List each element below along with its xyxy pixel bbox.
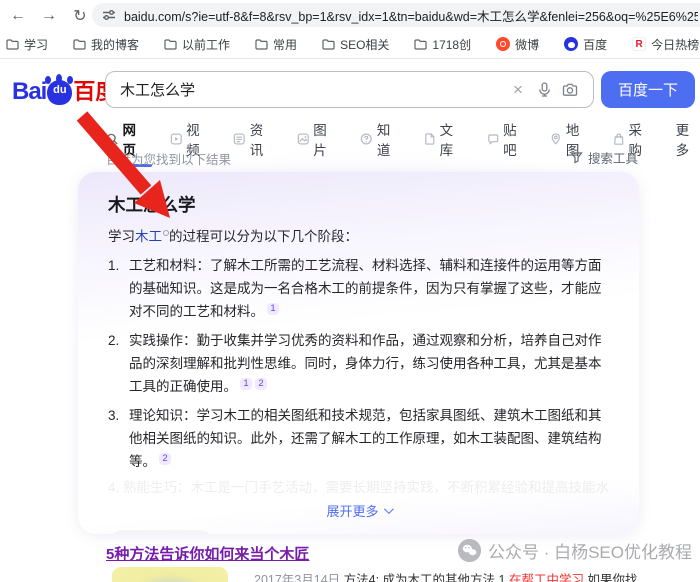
microphone-icon[interactable]	[531, 82, 557, 97]
tab-more[interactable]: 更多	[676, 119, 700, 165]
video-tab-icon	[170, 132, 183, 146]
faded-list-item: 4. 熟能生巧：木工是一门手艺活动，需要长期坚持实践，不断积累经验和提高技能水平…	[108, 479, 609, 497]
search-tab-icon	[106, 132, 119, 146]
bookmark-label: 常用	[273, 36, 297, 53]
bookmark-folder[interactable]: SEO相关	[322, 36, 389, 53]
list-item-text: 理论知识：学习木工的相关图纸和技术规范，包括家具图纸、建筑木工图纸和其他相关图纸…	[129, 404, 609, 473]
entity-link[interactable]: 木工	[135, 229, 162, 244]
result-snippet-row: 2017年3月14日 方法4: 成为木工的其他方法 1 在帮工中学习 如果你找	[112, 567, 692, 582]
list-item: 2. 实践操作：勤于收集并学习优秀的资料和作品，通过观察和分析，培养自己对作品的…	[108, 329, 609, 398]
back-icon[interactable]: ←	[5, 4, 31, 28]
list-item: 1. 工艺和材料：了解木工所需的工艺流程、材料选择、辅料和连接件的运用等方面的基…	[108, 254, 609, 323]
shopping-bag-tab-icon	[613, 132, 625, 146]
bookmarks-bar: 学习 我的博客 以前工作 常用 SEO相关 1718创	[6, 32, 700, 56]
folder-icon	[164, 39, 177, 50]
ai-card-list: 1. 工艺和材料：了解木工所需的工艺流程、材料选择、辅料和连接件的运用等方面的基…	[108, 254, 609, 497]
bookmark-label: 学习	[24, 36, 48, 53]
bookmark-folder[interactable]: 常用	[255, 36, 297, 53]
snippet-tail: 如果你找	[584, 573, 637, 582]
folder-icon	[73, 39, 86, 50]
tab-label: 更多	[676, 119, 700, 159]
bookmark-label: 我的博客	[91, 36, 139, 53]
result-thumbnail[interactable]	[112, 567, 228, 582]
baidu-logo[interactable]: Bai du 百度	[12, 74, 117, 106]
bookmark-folder[interactable]: 我的博客	[73, 36, 139, 53]
citation-badge[interactable]: 2	[255, 378, 267, 390]
camera-icon[interactable]	[557, 83, 583, 97]
result-snippet: 2017年3月14日 方法4: 成为木工的其他方法 1 在帮工中学习 如果你找	[254, 567, 637, 582]
forward-icon[interactable]: →	[36, 4, 62, 28]
ai-card-intro: 学习木工的过程可以分为以下几个阶段：	[108, 226, 609, 248]
url-text: baidu.com/s?ie=utf-8&f=8&rsv_bp=1&rsv_id…	[124, 6, 698, 25]
bookmark-baidu[interactable]: 百度	[564, 36, 607, 53]
bookmark-label: 微博	[515, 36, 539, 53]
intro-prefix: 学习	[108, 229, 135, 244]
wechat-watermark: 公众号 · 白杨SEO优化教程	[458, 538, 692, 563]
search-box[interactable]: ×	[105, 71, 594, 108]
news-tab-icon	[233, 132, 246, 146]
folder-icon	[414, 39, 427, 50]
tieba-tab-icon	[487, 132, 500, 146]
search-input[interactable]	[120, 81, 505, 98]
citation-badge[interactable]: 1	[240, 378, 252, 390]
snippet-highlight: 在帮工中学习	[509, 573, 584, 582]
bookmark-label: 1718创	[432, 36, 471, 53]
folder-icon	[6, 39, 19, 50]
bookmark-label: SEO相关	[340, 36, 389, 53]
snippet-date: 2017年3月14日	[254, 573, 340, 582]
citation-badge[interactable]: 2	[159, 453, 171, 465]
feedback-pill: 有用	[108, 530, 214, 534]
chevron-down-icon	[383, 504, 393, 514]
bookmark-folder[interactable]: 以前工作	[164, 36, 230, 53]
hotlist-icon: R	[632, 37, 646, 51]
intro-suffix: 的过程可以分为以下几个阶段：	[169, 229, 358, 244]
result-link-title[interactable]: 5种方法告诉你如何来当个木匠	[106, 543, 309, 564]
citation-badge[interactable]: 1	[267, 303, 279, 315]
folder-icon	[255, 39, 268, 50]
folder-icon	[322, 39, 335, 50]
browser-chrome: ← → ↻ baidu.com/s?ie=utf-8&f=8&rsv_bp=1&…	[0, 0, 700, 58]
bookmark-folder[interactable]: 学习	[6, 36, 48, 53]
chrome-divider	[0, 58, 700, 59]
logo-text-bai: Bai	[12, 78, 46, 106]
ai-answer-card: 木工怎么学 学习木工的过程可以分为以下几个阶段： 1. 工艺和材料：了解木工所需…	[78, 172, 639, 534]
map-pin-tab-icon	[550, 132, 562, 146]
clear-icon[interactable]: ×	[505, 80, 531, 100]
expand-more-label: 展开更多	[326, 501, 378, 520]
baidu-paw-icon	[564, 37, 578, 51]
address-bar[interactable]: baidu.com/s?ie=utf-8&f=8&rsv_bp=1&rsv_id…	[92, 3, 700, 27]
list-item: 3. 理论知识：学习木工的相关图纸和技术规范，包括家具图纸、建筑木工图纸和其他相…	[108, 404, 609, 473]
question-tab-icon	[360, 132, 373, 146]
site-settings-icon[interactable]	[102, 8, 116, 22]
bookmark-label: 以前工作	[182, 36, 230, 53]
watermark-text: 公众号 · 白杨SEO优化教程	[488, 538, 692, 563]
list-item-text: 工艺和材料：了解木工所需的工艺流程、材料选择、辅料和连接件的运用等方面的基础知识…	[129, 254, 609, 323]
reload-icon[interactable]: ↻	[67, 4, 93, 28]
ai-card-title: 木工怎么学	[108, 192, 609, 217]
bookmark-folder[interactable]: 1718创	[414, 36, 471, 53]
bookmark-hotlist[interactable]: R 今日热榜	[632, 36, 699, 53]
list-item-number: 3.	[108, 404, 129, 473]
ai-card-footer: 有用 播报	[108, 530, 609, 534]
bookmark-label: 百度	[583, 36, 607, 53]
logo-text-du: du	[47, 84, 72, 96]
wechat-icon	[458, 539, 481, 562]
doc-tab-icon	[424, 132, 436, 146]
expand-more-button[interactable]: 展开更多	[108, 501, 609, 520]
baidu-paw-logo-icon: du	[47, 80, 72, 105]
snippet-lead: 方法4: 成为木工的其他方法 1	[344, 573, 509, 582]
search-button[interactable]: 百度一下	[601, 71, 695, 108]
weibo-icon	[496, 37, 510, 51]
list-item-number: 2.	[108, 329, 129, 398]
bookmark-weibo[interactable]: 微博	[496, 36, 539, 53]
baidu-search-page: ← → ↻ baidu.com/s?ie=utf-8&f=8&rsv_bp=1&…	[0, 0, 700, 582]
bookmark-label: 今日热榜	[651, 36, 699, 53]
list-item-number: 1.	[108, 254, 129, 323]
list-item-text: 实践操作：勤于收集并学习优秀的资料和作品，通过观察和分析，培养自己对作品的深刻理…	[129, 329, 609, 398]
images-tab-icon	[297, 132, 310, 146]
